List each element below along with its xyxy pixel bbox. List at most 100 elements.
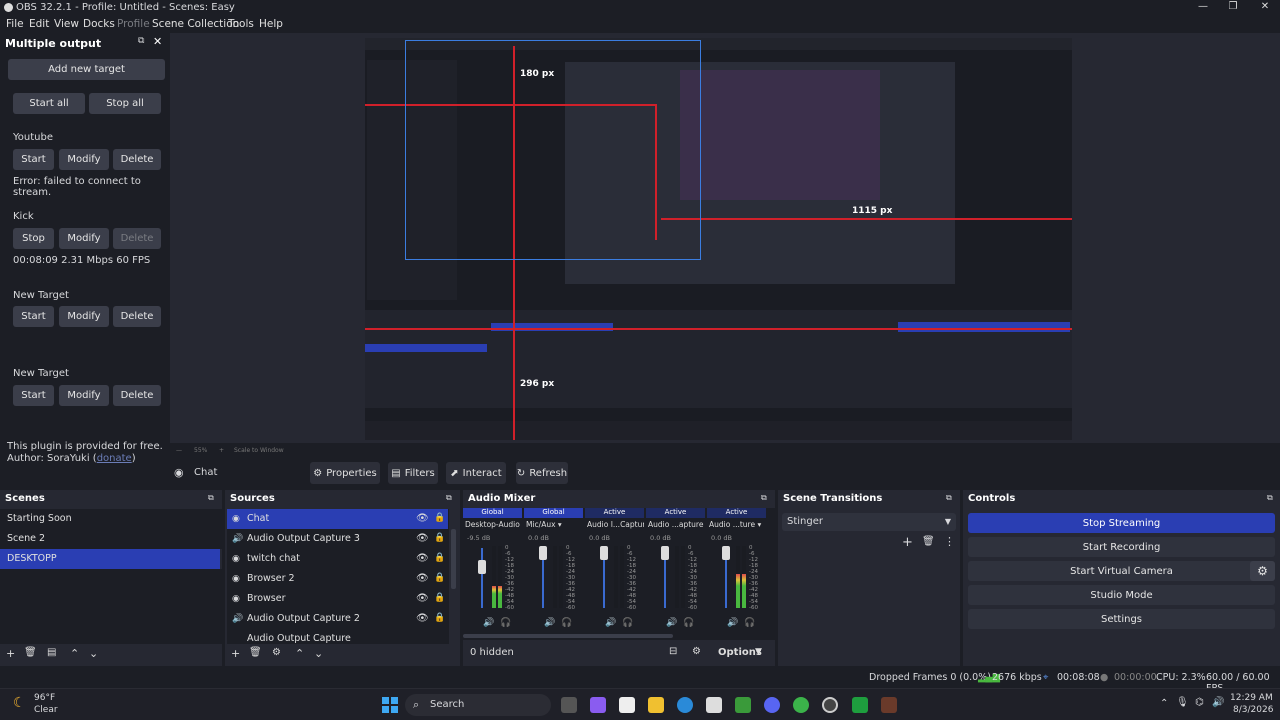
mixer-channel-name[interactable]: Audio ...apture ▾ — [648, 520, 705, 529]
zoom-in-icon[interactable]: + — [219, 447, 224, 454]
settings-button[interactable]: Settings — [968, 609, 1275, 629]
monitor-headphones-icon[interactable]: 🎧 — [500, 618, 511, 628]
preview-canvas[interactable]: 180 px 1115 px 296 px — [365, 38, 1072, 440]
eye-icon[interactable]: 👁 — [416, 553, 429, 564]
start-recording-button[interactable]: Start Recording — [968, 537, 1275, 557]
security-icon[interactable] — [735, 697, 751, 713]
scale-mode[interactable]: Scale to Window — [234, 447, 284, 454]
close-button[interactable]: ✕ — [1250, 0, 1280, 14]
target-modify-button[interactable]: Modify — [59, 385, 109, 406]
source-item[interactable]: Audio Output Capture 3 — [227, 529, 448, 549]
monitor-headphones-icon[interactable]: 🎧 — [622, 618, 633, 628]
menu-scene-collection[interactable]: Scene Collection — [152, 18, 239, 30]
scene-item[interactable]: Starting Soon — [0, 509, 222, 529]
lock-icon[interactable]: 🔒 — [434, 513, 445, 523]
move-up-icon[interactable]: ⌃ — [70, 647, 79, 660]
menu-file[interactable]: File — [6, 18, 24, 30]
store-icon[interactable] — [706, 697, 722, 713]
refresh-button[interactable]: ↻ Refresh — [516, 462, 568, 484]
remove-source-icon[interactable]: 🗑 — [249, 647, 262, 658]
mute-speaker-icon[interactable]: 🔊 — [666, 618, 677, 628]
properties-button[interactable]: ⚙ Properties — [310, 462, 380, 484]
lock-icon[interactable]: 🔒 — [434, 553, 445, 563]
layout-toggle-icon[interactable]: ⊟ — [669, 646, 677, 657]
maximize-button[interactable]: ❐ — [1218, 0, 1248, 14]
lock-icon[interactable]: 🔒 — [434, 533, 445, 543]
lock-icon[interactable]: 🔒 — [434, 593, 445, 603]
eye-icon[interactable]: 👁 — [416, 533, 429, 544]
source-properties-icon[interactable]: ⚙ — [272, 647, 281, 658]
fader-knob[interactable] — [722, 546, 730, 560]
target-delete-button[interactable]: Delete — [113, 149, 161, 170]
filter-scene-icon[interactable]: ▤ — [47, 647, 56, 658]
transition-select[interactable]: Stinger ▼ — [782, 513, 956, 531]
scene-item-selected[interactable]: DESKTOPP — [0, 549, 220, 569]
network-icon[interactable]: ⌬ — [1195, 697, 1204, 708]
mixer-channel-name[interactable]: Audio I...Capture ▾ — [587, 520, 644, 529]
task-view-icon[interactable] — [561, 697, 577, 713]
more-options-icon[interactable]: ⋮ — [944, 535, 955, 548]
target-start-button[interactable]: Start — [13, 385, 54, 406]
add-scene-icon[interactable]: + — [6, 647, 15, 660]
menu-profile[interactable]: Profile — [117, 18, 150, 30]
fader-knob[interactable] — [478, 560, 486, 574]
add-target-button[interactable]: Add new target — [8, 59, 165, 80]
dock-float-icon[interactable]: ⧉ — [208, 493, 214, 503]
donate-link[interactable]: donate — [97, 453, 132, 464]
fader-knob[interactable] — [600, 546, 608, 560]
source-item[interactable]: Audio Output Capture 2 — [227, 609, 448, 629]
microphone-icon[interactable]: 🎙 — [1176, 697, 1189, 708]
start-all-button[interactable]: Start all — [13, 93, 85, 114]
dock-float-icon[interactable]: ⧉ — [1267, 493, 1273, 503]
close-dock-icon[interactable]: ✕ — [153, 35, 162, 48]
monitor-headphones-icon[interactable]: 🎧 — [744, 618, 755, 628]
menu-view[interactable]: View — [54, 18, 79, 30]
move-up-icon[interactable]: ⌃ — [295, 647, 304, 660]
scene-item[interactable]: Scene 2 — [0, 529, 222, 549]
copilot-icon[interactable] — [590, 697, 606, 713]
mute-speaker-icon[interactable]: 🔊 — [605, 618, 616, 628]
dock-float-icon[interactable]: ⧉ — [761, 493, 767, 503]
game-icon[interactable] — [881, 697, 897, 713]
stop-streaming-button[interactable]: Stop Streaming — [968, 513, 1275, 533]
remove-scene-icon[interactable]: 🗑 — [24, 647, 37, 658]
mixer-scrollbar[interactable] — [463, 634, 673, 638]
mute-speaker-icon[interactable]: 🔊 — [727, 618, 738, 628]
lock-icon[interactable]: 🔒 — [434, 613, 445, 623]
source-item[interactable]: Browser — [227, 589, 448, 609]
add-source-icon[interactable]: + — [231, 647, 240, 660]
fader-knob[interactable] — [539, 546, 547, 560]
windows-start-icon[interactable] — [382, 697, 398, 713]
eye-icon[interactable]: 👁 — [416, 593, 429, 604]
filters-button[interactable]: ▤ Filters — [388, 462, 438, 484]
fader-knob[interactable] — [661, 546, 669, 560]
interact-button[interactable]: ⬈ Interact — [446, 462, 506, 484]
dock-float-icon[interactable]: ⧉ — [446, 493, 452, 503]
minimize-button[interactable]: — — [1188, 0, 1218, 14]
menu-docks[interactable]: Docks — [83, 18, 115, 30]
target-delete-button[interactable]: Delete — [113, 306, 161, 327]
eye-icon[interactable]: 👁 — [416, 573, 429, 584]
mixer-channel-name[interactable]: Audio ...ture ▾ — [709, 520, 766, 529]
menu-edit[interactable]: Edit — [29, 18, 49, 30]
tray-chevron-icon[interactable]: ⌃ — [1160, 698, 1168, 709]
discord-icon[interactable] — [764, 697, 780, 713]
menu-tools[interactable]: Tools — [228, 18, 254, 30]
menu-help[interactable]: Help — [259, 18, 283, 30]
sources-scrollbar[interactable] — [451, 529, 456, 589]
dock-float-icon[interactable]: ⧉ — [946, 493, 952, 503]
target-delete-button[interactable]: Delete — [113, 385, 161, 406]
xbox-icon[interactable] — [852, 697, 868, 713]
zoom-out-icon[interactable]: — — [176, 447, 182, 454]
target-stop-button[interactable]: Stop — [13, 228, 54, 249]
source-item-selected[interactable]: Chat — [227, 509, 448, 529]
mute-speaker-icon[interactable]: 🔊 — [544, 618, 555, 628]
target-modify-button[interactable]: Modify — [59, 228, 109, 249]
notepad-icon[interactable] — [619, 697, 635, 713]
target-start-button[interactable]: Start — [13, 306, 54, 327]
target-start-button[interactable]: Start — [13, 149, 54, 170]
mixer-settings-icon[interactable]: ⚙ — [692, 646, 701, 657]
source-item[interactable]: Browser 2 — [227, 569, 448, 589]
studio-mode-button[interactable]: Studio Mode — [968, 585, 1275, 605]
stop-all-button[interactable]: Stop all — [89, 93, 161, 114]
